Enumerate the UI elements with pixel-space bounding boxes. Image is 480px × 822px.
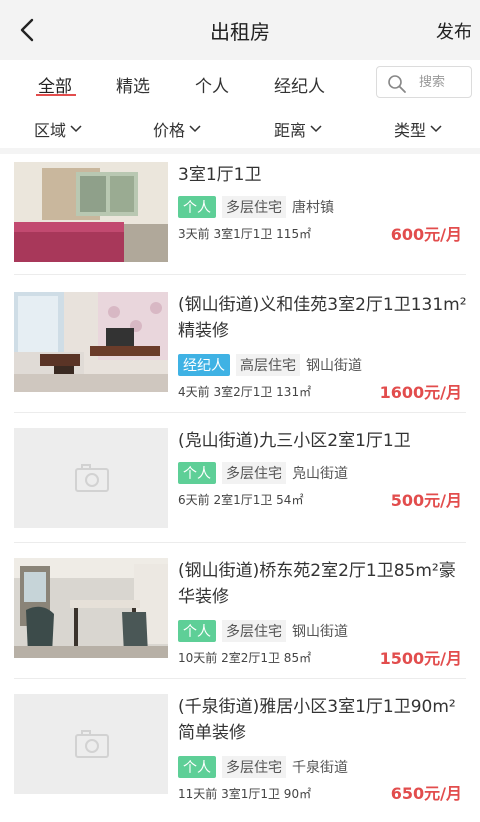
listing-tags: 个人 多层住宅 钢山街道 <box>178 620 348 642</box>
filter-price[interactable]: 价格 <box>153 117 201 141</box>
owner-type-badge: 经纪人 <box>178 354 230 376</box>
owner-type-badge: 个人 <box>178 620 216 642</box>
tab-agent[interactable]: 经纪人 <box>274 72 325 97</box>
listing-price: 500元/月 <box>390 491 462 510</box>
area-tag: 唐村镇 <box>292 200 334 216</box>
owner-type-badge: 个人 <box>178 462 216 484</box>
top-bar: 出租房 发布 <box>0 0 480 60</box>
listing-price: 600元/月 <box>390 225 462 244</box>
listing-meta: 10天前 2室2厅1卫 85㎡ <box>178 651 312 665</box>
listing-price: 650元/月 <box>390 784 462 803</box>
listing-title: (钢山街道)桥东苑2室2厅1卫85m²豪华装修 <box>178 561 456 607</box>
divider <box>14 678 466 679</box>
listing-tags: 个人 多层住宅 千泉街道 <box>178 756 348 778</box>
listing-item[interactable]: (千泉街道)雅居小区3室1厅1卫90m²简单装修 个人 多层住宅 千泉街道 11… <box>0 686 480 822</box>
search-input[interactable] <box>417 72 471 92</box>
tab-personal[interactable]: 个人 <box>195 72 229 97</box>
active-tab-indicator <box>36 94 76 96</box>
chevron-down-icon <box>430 125 442 133</box>
divider <box>14 542 466 543</box>
listing-photo <box>14 558 168 658</box>
listing-item[interactable]: 3室1厅1卫 个人 多层住宅 唐村镇 3天前 3室1厅1卫 115㎡ 600元/… <box>0 154 480 290</box>
area-tag: 千泉街道 <box>292 760 348 776</box>
filter-label: 区域 <box>34 121 67 140</box>
listing-meta: 6天前 2室1厅1卫 54㎡ <box>178 493 304 507</box>
listing-price: 1600元/月 <box>379 383 462 402</box>
listing-item[interactable]: (钢山街道)桥东苑2室2厅1卫85m²豪华装修 个人 多层住宅 钢山街道 10天… <box>0 550 480 686</box>
building-type-tag: 高层住宅 <box>236 354 300 376</box>
chevron-down-icon <box>70 125 82 133</box>
divider <box>14 274 466 275</box>
listing-photo-placeholder <box>14 428 168 528</box>
listing-title: (钢山街道)义和佳苑3室2厅1卫131m²精装修 <box>178 295 467 341</box>
listing-item[interactable]: (凫山街道)九三小区2室1厅1卫 个人 多层住宅 凫山街道 6天前 2室1厅1卫… <box>0 420 480 556</box>
filter-bar: 区域 价格 距离 类型 <box>0 108 480 149</box>
area-tag: 钢山街道 <box>292 624 348 640</box>
listing-title: (千泉街道)雅居小区3室1厅1卫90m²简单装修 <box>178 697 456 743</box>
chevron-down-icon <box>189 125 201 133</box>
listing-meta: 3天前 3室1厅1卫 115㎡ <box>178 227 312 241</box>
page-title: 出租房 <box>210 19 270 44</box>
area-tag: 钢山街道 <box>306 358 362 374</box>
listing-meta: 11天前 3室1厅1卫 90㎡ <box>178 787 312 801</box>
building-type-tag: 多层住宅 <box>222 620 286 642</box>
filter-type[interactable]: 类型 <box>394 117 442 141</box>
search-box[interactable] <box>376 66 472 98</box>
publish-button[interactable]: 发布 <box>436 18 472 44</box>
listing-tags: 经纪人 高层住宅 钢山街道 <box>178 354 362 376</box>
building-type-tag: 多层住宅 <box>222 756 286 778</box>
filter-region[interactable]: 区域 <box>34 117 82 141</box>
listing-meta: 4天前 3室2厅1卫 131㎡ <box>178 385 312 399</box>
listing-tags: 个人 多层住宅 凫山街道 <box>178 462 348 484</box>
building-type-tag: 多层住宅 <box>222 196 286 218</box>
listing-price: 1500元/月 <box>379 649 462 668</box>
chevron-down-icon <box>310 125 322 133</box>
listing-tags: 个人 多层住宅 唐村镇 <box>178 196 334 218</box>
listing-photo <box>14 162 168 262</box>
listing-item[interactable]: (钢山街道)义和佳苑3室2厅1卫131m²精装修 经纪人 高层住宅 钢山街道 4… <box>0 284 480 420</box>
owner-type-badge: 个人 <box>178 756 216 778</box>
building-type-tag: 多层住宅 <box>222 462 286 484</box>
area-tag: 凫山街道 <box>292 466 348 482</box>
divider <box>14 412 466 413</box>
listing-photo-placeholder <box>14 694 168 794</box>
owner-type-badge: 个人 <box>178 196 216 218</box>
search-icon <box>388 75 406 93</box>
listing-photo <box>14 292 168 392</box>
filter-distance[interactable]: 距离 <box>274 117 322 141</box>
listing-title: (凫山街道)九三小区2室1厅1卫 <box>178 431 411 451</box>
back-arrow-icon[interactable] <box>14 16 42 44</box>
tab-featured[interactable]: 精选 <box>116 72 150 97</box>
filter-label: 价格 <box>153 121 186 140</box>
listing-title: 3室1厅1卫 <box>178 165 262 185</box>
filter-label: 距离 <box>274 121 307 140</box>
filter-label: 类型 <box>394 121 427 140</box>
